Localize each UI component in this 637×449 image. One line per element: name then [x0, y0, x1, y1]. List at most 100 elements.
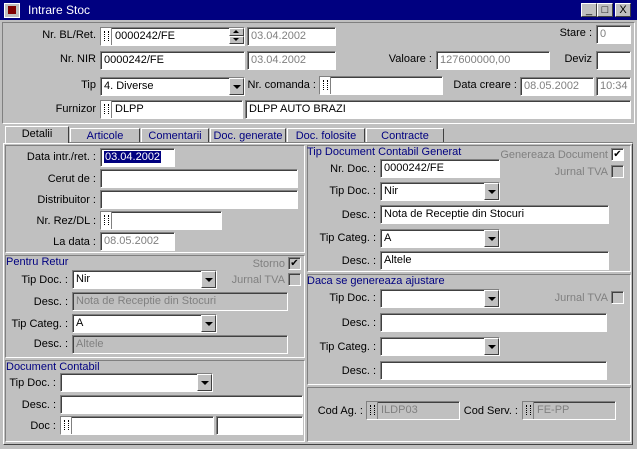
gen-tip-categ-select[interactable]: A — [380, 229, 500, 248]
tab-contracte[interactable]: Contracte — [366, 128, 444, 143]
dc-doc-field[interactable] — [60, 416, 214, 435]
furnizor-label: Furnizor — [55, 103, 96, 115]
dc-doc-field-2[interactable] — [216, 416, 303, 435]
data-intr-field[interactable]: 03.04.2002 — [100, 148, 175, 167]
lookup-handle-icon — [101, 101, 112, 118]
tab-detalii[interactable]: Detalii — [5, 126, 69, 143]
cerut-de-label: Cerut de : — [47, 173, 96, 185]
tab-comentarii[interactable]: Comentarii — [141, 128, 209, 143]
aj-tip-doc-label: Tip Doc. : — [329, 292, 376, 304]
retur-desc2-field: Altele — [72, 335, 288, 354]
gen-nr-doc-label: Nr. Doc. : — [330, 163, 376, 175]
storno-checkbox[interactable] — [288, 257, 301, 270]
retur-tip-categ-select[interactable]: A — [72, 314, 217, 333]
la-data-field: 08.05.2002 — [100, 232, 175, 251]
window-title: Intrare Stoc — [28, 3, 91, 17]
ajustare-title: Daca se genereaza ajustare — [307, 275, 445, 287]
tip-select[interactable]: 4. Diverse — [100, 77, 245, 96]
nr-comanda-field[interactable] — [319, 76, 443, 95]
document-contabil-title: Document Contabil — [6, 361, 100, 373]
pentru-retur-title: Pentru Retur — [6, 256, 69, 268]
valoare-field: 127600000,00 — [436, 51, 550, 70]
maximize-button[interactable]: □ — [597, 3, 613, 17]
genereaza-document-checkbox[interactable] — [611, 148, 624, 161]
title-bar: Intrare Stoc _ □ X — [0, 0, 637, 20]
chevron-down-icon[interactable] — [484, 338, 499, 355]
nr-comanda-label: Nr. comanda : — [247, 79, 316, 91]
aj-tip-doc-select[interactable] — [380, 289, 500, 308]
gen-desc2-field[interactable]: Altele — [380, 251, 609, 270]
jurnal-tva-aj-checkbox[interactable] — [611, 291, 624, 304]
valoare-label: Valoare : — [388, 53, 432, 65]
nr-nir-date-field: 03.04.2002 — [247, 51, 336, 70]
aj-desc1-field[interactable] — [380, 313, 607, 332]
ora-creare-field: 10:34 — [596, 77, 631, 96]
aj-desc2-label: Desc. : — [341, 365, 376, 377]
lookup-handle-icon — [101, 28, 112, 45]
furnizor-name-field[interactable]: DLPP AUTO BRAZI — [245, 100, 631, 119]
tip-label: Tip — [81, 79, 96, 91]
chevron-down-icon[interactable] — [484, 230, 499, 247]
la-data-label: La data : — [53, 236, 96, 248]
chevron-down-icon[interactable] — [201, 271, 216, 288]
app-icon — [4, 3, 20, 18]
chevron-down-icon[interactable] — [484, 290, 499, 307]
lookup-handle-icon — [367, 402, 378, 419]
furnizor-code-field[interactable]: DLPP — [100, 100, 243, 119]
spin-up-icon[interactable] — [229, 28, 244, 36]
cod-serv-field: FE-PP — [522, 401, 616, 420]
nr-bl-label: Nr. BL/Ret. — [42, 29, 96, 41]
aj-desc1-label: Desc. : — [341, 317, 376, 329]
data-intr-label: Data intr./ret. : — [26, 151, 96, 163]
nr-nir-field[interactable]: 0000242/FE — [100, 51, 245, 70]
spin-down-icon[interactable] — [229, 36, 244, 44]
chevron-down-icon[interactable] — [197, 374, 212, 391]
lookup-handle-icon — [61, 417, 72, 434]
gen-desc1-field[interactable]: Nota de Receptie din Stocuri — [380, 205, 609, 224]
jurnal-tva-retur-checkbox[interactable] — [288, 273, 301, 286]
storno-label: Storno — [252, 258, 285, 270]
nr-bl-field[interactable]: 0000242/FE — [100, 27, 245, 46]
aj-tip-categ-label: Tip Categ. : — [319, 341, 376, 353]
cod-ag-label: Cod Ag. : — [317, 405, 363, 417]
nr-rez-label: Nr. Rez/DL : — [36, 215, 97, 227]
deviz-field[interactable] — [596, 51, 631, 70]
dc-tip-doc-select[interactable] — [60, 373, 213, 392]
aj-tip-categ-select[interactable] — [380, 337, 500, 356]
lookup-handle-icon — [320, 77, 331, 94]
genereaza-document-label: Genereaza Document — [500, 149, 608, 161]
nr-nir-label: Nr. NIR — [59, 53, 96, 65]
gen-tip-categ-label: Tip Categ. : — [319, 232, 376, 244]
cod-serv-label: Cod Serv. : — [463, 405, 518, 417]
dc-desc-field[interactable] — [60, 395, 303, 414]
tab-doc-generate[interactable]: Doc. generate — [210, 128, 286, 143]
distribuitor-label: Distribuitor : — [37, 194, 96, 206]
stare-field: 0 — [596, 25, 631, 44]
distribuitor-field[interactable] — [100, 190, 298, 209]
gen-tip-doc-select[interactable]: Nir — [380, 182, 500, 201]
minimize-button[interactable]: _ — [581, 3, 597, 17]
chevron-down-icon[interactable] — [484, 183, 499, 200]
tab-doc-folosite[interactable]: Doc. folosite — [287, 128, 365, 143]
cod-ag-field: ILDP03 — [366, 401, 460, 420]
gen-nr-doc-field[interactable]: 0000242/FE — [380, 159, 500, 178]
retur-desc1-label: Desc. : — [33, 296, 68, 308]
retur-desc2-label: Desc. : — [33, 338, 68, 350]
gen-tip-doc-label: Tip Doc. : — [329, 185, 376, 197]
stare-label: Stare : — [559, 27, 592, 39]
cerut-de-field[interactable] — [100, 169, 298, 188]
chevron-down-icon[interactable] — [201, 315, 216, 332]
retur-desc1-field: Nota de Receptie din Stocuri — [72, 292, 288, 311]
deviz-label: Deviz — [564, 53, 592, 65]
close-button[interactable]: X — [615, 3, 631, 17]
aj-desc2-field[interactable] — [380, 361, 607, 380]
gen-desc1-label: Desc. : — [341, 209, 376, 221]
nr-rez-field[interactable] — [100, 211, 222, 230]
dc-doc-label: Doc : — [30, 420, 56, 432]
retur-tip-doc-select[interactable]: Nir — [72, 270, 217, 289]
gen-desc2-label: Desc. : — [341, 255, 376, 267]
lookup-handle-icon — [523, 402, 534, 419]
data-creare-field: 08.05.2002 — [520, 77, 594, 96]
jurnal-tva-gen-checkbox[interactable] — [611, 165, 624, 178]
tab-articole[interactable]: Articole — [70, 128, 140, 143]
